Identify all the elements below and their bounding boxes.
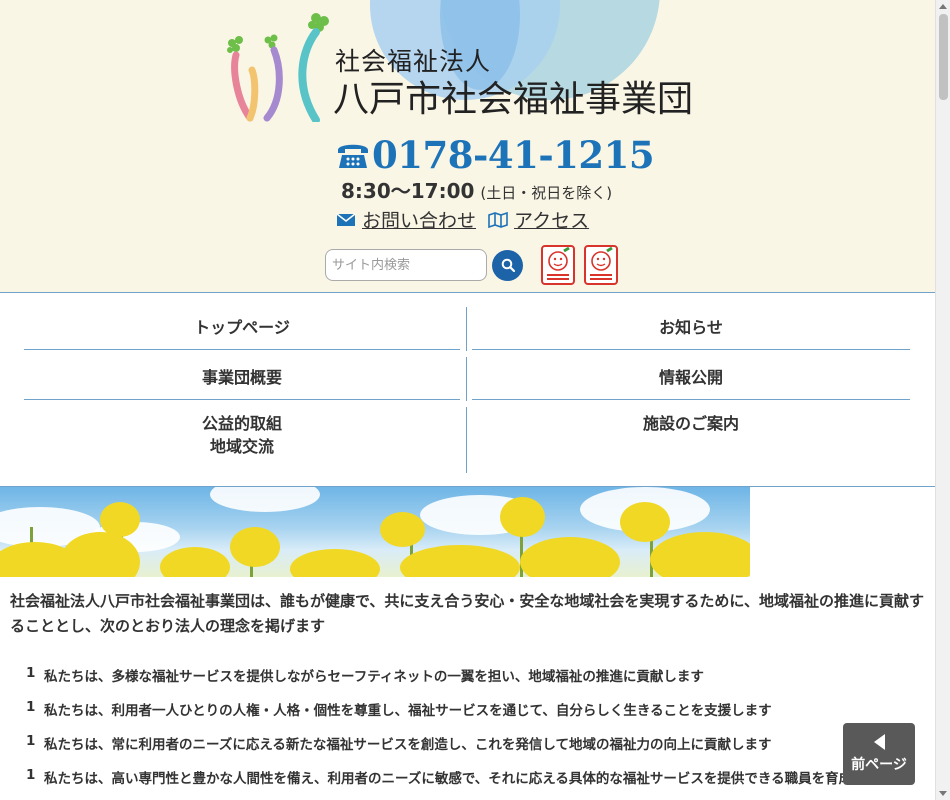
list-item: 1 私たちは、多様な福祉サービスを提供しながらセーフティネットの一翼を担い、地域…: [26, 665, 906, 699]
list-text: 私たちは、常に利用者のニーズに応える新たな福祉サービスを創造し、これを発信して地…: [44, 737, 772, 753]
hero-image: [0, 487, 750, 577]
prev-page-label: 前ページ: [851, 757, 907, 773]
list-number: 1: [26, 699, 36, 715]
list-item: 1 私たちは、常に利用者のニーズに応える新たな福祉サービスを創造し、これを発信し…: [26, 733, 906, 767]
nav-item-label: 地域交流: [209, 437, 274, 456]
prev-page-button[interactable]: 前ページ: [843, 723, 915, 785]
scroll-thumb[interactable]: [939, 14, 948, 100]
phone-contact[interactable]: 0178-41-1215: [336, 133, 655, 177]
search-button[interactable]: [492, 249, 523, 281]
phone-number[interactable]: 0178-41-1215: [372, 133, 655, 177]
list-item: 1 私たちは、利用者一人ひとりの人権・人格・個性を尊重し、福祉サービスを通じて、…: [26, 699, 906, 733]
certification-badge-icon[interactable]: [541, 245, 575, 285]
list-number: 1: [26, 767, 36, 783]
hours-note: (土日・祝日を除く): [480, 184, 613, 202]
scroll-up-icon[interactable]: [939, 4, 947, 9]
access-link-label[interactable]: アクセス: [514, 206, 589, 233]
logo-mark-icon[interactable]: [222, 10, 332, 122]
phone-icon: [338, 144, 368, 168]
nav-item-overview[interactable]: 事業団概要: [24, 356, 460, 400]
contact-link[interactable]: お問い合わせ: [336, 206, 476, 233]
mission-intro: 社会福祉法人八戸市社会福祉事業団は、誰もが健康で、共に支え合う安心・安全な地域社…: [10, 592, 924, 635]
left-arrow-icon: [873, 734, 885, 750]
list-item: 1 私たちは、高い専門性と豊かな人間性を備え、利用者のニーズに敏感で、それに応え…: [26, 767, 906, 800]
nav-divider: [466, 307, 467, 351]
org-name[interactable]: 八戸市社会福祉事業団: [333, 70, 693, 122]
nav-item-label: 施設のご案内: [642, 414, 739, 433]
site-search: [325, 245, 618, 285]
nav-item-label: トップページ: [194, 318, 290, 337]
nav-divider: [466, 357, 467, 401]
list-number: 1: [26, 733, 36, 749]
office-hours: 8:30〜17:00 (土日・祝日を除く): [341, 175, 612, 204]
search-icon: [501, 258, 515, 272]
hours-time: 8:30〜17:00: [341, 179, 475, 203]
nav-item-label: 事業団概要: [201, 368, 282, 387]
nav-item-public-interest[interactable]: 公益的取組 地域交流: [24, 412, 460, 470]
list-number: 1: [26, 665, 36, 681]
certification-badge-icon[interactable]: [584, 245, 618, 285]
mail-icon: [336, 212, 356, 226]
nav-item-top[interactable]: トップページ: [24, 306, 460, 350]
nav-item-news[interactable]: お知らせ: [472, 306, 910, 350]
scroll-down-icon[interactable]: [939, 791, 947, 796]
search-input[interactable]: [325, 249, 487, 281]
nav-divider: [466, 407, 467, 473]
contact-link-label[interactable]: お問い合わせ: [362, 206, 476, 233]
list-text: 私たちは、利用者一人ひとりの人権・人格・個性を尊重し、福祉サービスを通じて、自分…: [44, 703, 772, 719]
site-header: 社会福祉法人 八戸市社会福祉事業団 0178-41-1215 8:30〜17:0…: [0, 0, 935, 293]
nav-item-label: 公益的取組: [201, 414, 282, 433]
access-link[interactable]: アクセス: [488, 206, 589, 233]
list-text: 私たちは、多様な福祉サービスを提供しながらセーフティネットの一翼を担い、地域福祉…: [44, 669, 704, 685]
list-text: 私たちは、高い専門性と豊かな人間性を備え、利用者のニーズに敏感で、それに応える具…: [44, 771, 893, 787]
principles-list: 1 私たちは、多様な福祉サービスを提供しながらセーフティネットの一翼を担い、地域…: [26, 665, 906, 800]
page-scrollbar[interactable]: [935, 0, 950, 800]
nav-item-facilities[interactable]: 施設のご案内: [472, 412, 910, 452]
main-nav: トップページ お知らせ 事業団概要 情報公開 公益的取組 地域交流 施設のご案内: [0, 294, 935, 487]
header-links: お問い合わせ アクセス: [336, 206, 601, 233]
map-icon: [488, 211, 508, 228]
nav-item-label: 情報公開: [658, 368, 723, 387]
nav-item-disclosure[interactable]: 情報公開: [472, 356, 910, 400]
nav-item-label: お知らせ: [659, 318, 723, 337]
